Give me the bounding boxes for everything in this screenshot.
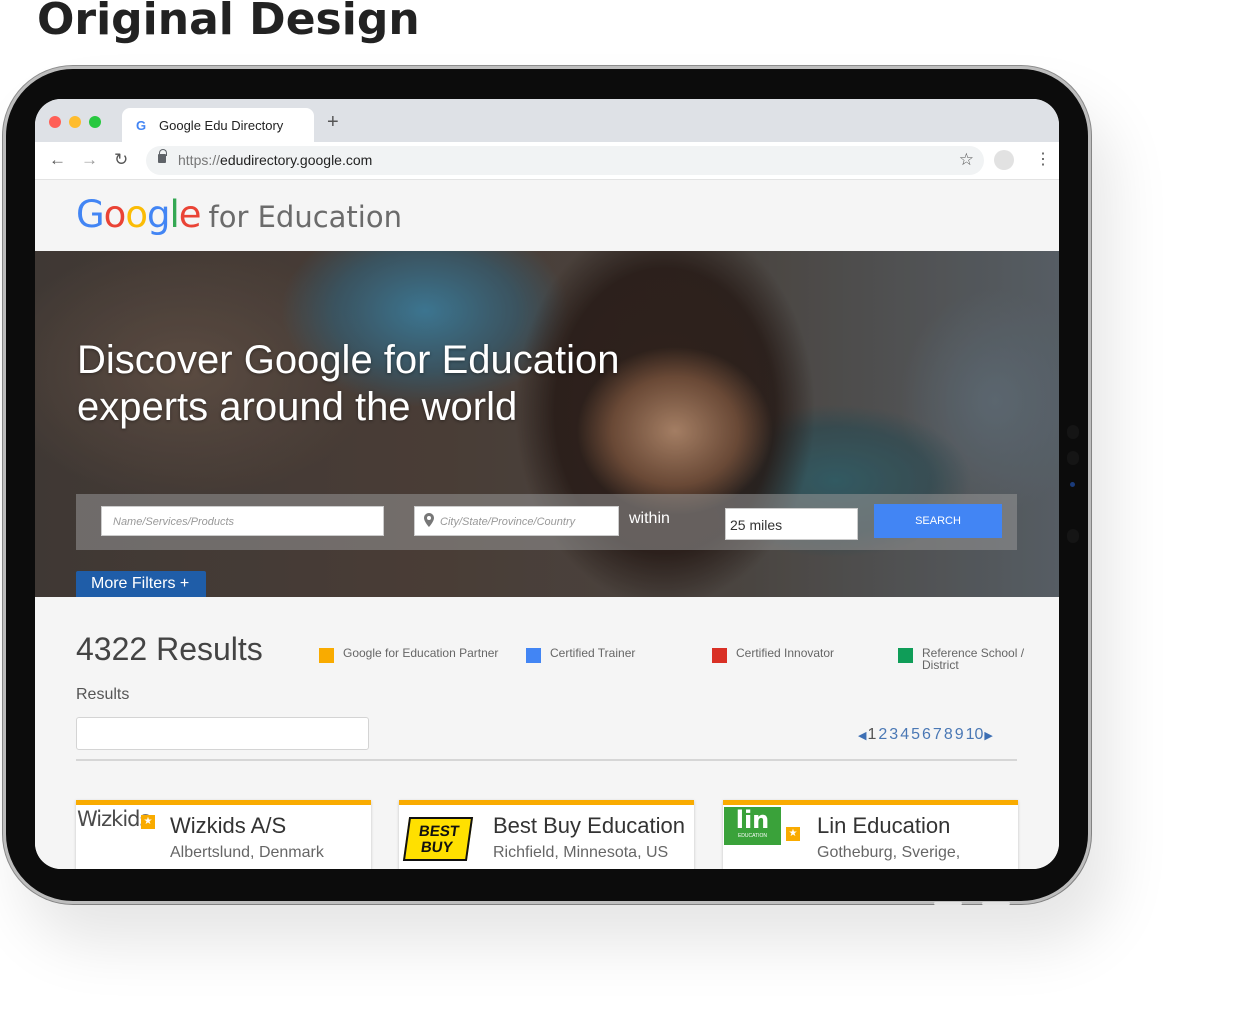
results-label: Results bbox=[76, 686, 130, 703]
lock-icon bbox=[158, 149, 167, 163]
page-link[interactable]: 7 bbox=[933, 726, 942, 743]
page-link[interactable]: 3 bbox=[889, 726, 898, 743]
location-pin-icon bbox=[424, 513, 434, 527]
page-link[interactable]: 9 bbox=[955, 726, 964, 743]
pagination: ◀1 2 3 4 5 6 7 8 9 10▶ bbox=[858, 726, 993, 744]
camera-dot bbox=[1067, 425, 1079, 439]
sensor-dot-2 bbox=[1067, 529, 1079, 543]
page-link[interactable]: 2 bbox=[878, 726, 887, 743]
star-icon[interactable]: ☆ bbox=[959, 150, 974, 170]
page-heading: Original Design bbox=[37, 0, 420, 45]
best-buy-logo: BEST BUY bbox=[400, 807, 480, 867]
tab-title: Google Edu Directory bbox=[159, 118, 284, 133]
name-search-input[interactable]: Name/Services/Products bbox=[101, 506, 384, 536]
indicator-dot bbox=[1070, 482, 1075, 487]
results-section: 4322 Results Google for Education Partne… bbox=[35, 597, 1059, 869]
close-window-button[interactable] bbox=[49, 116, 61, 128]
partner-star-icon: ★ bbox=[141, 815, 155, 829]
page-link[interactable]: 1 bbox=[867, 726, 876, 743]
next-page-icon[interactable]: ▶ bbox=[984, 730, 992, 742]
card-location: Albertslund, Denmark bbox=[170, 844, 324, 861]
prev-page-icon[interactable]: ◀ bbox=[858, 730, 866, 742]
page-link[interactable]: 4 bbox=[900, 726, 909, 743]
reload-icon[interactable]: ↻ bbox=[114, 150, 128, 170]
menu-icon[interactable]: ⋮ bbox=[1035, 150, 1051, 170]
tablet-screen: G Google Edu Directory + ← → ↻ https://e… bbox=[35, 99, 1059, 869]
profile-icon[interactable] bbox=[994, 150, 1014, 170]
search-bar: Name/Services/Products City/State/Provin… bbox=[76, 494, 1017, 550]
page-link[interactable]: 6 bbox=[922, 726, 931, 743]
google-for-education-logo[interactable]: Google for Education bbox=[76, 193, 402, 236]
wizkids-logo: Wizkids ★ bbox=[77, 807, 157, 867]
back-icon[interactable]: ← bbox=[49, 150, 66, 170]
page-link[interactable]: 8 bbox=[944, 726, 953, 743]
legend-swatch bbox=[712, 648, 727, 663]
distance-select[interactable]: 25 miles bbox=[725, 508, 858, 540]
search-button[interactable]: SEARCH bbox=[874, 504, 1002, 538]
site-header: Google for Education bbox=[35, 180, 1059, 251]
address-bar[interactable]: https://edudirectory.google.com ☆ bbox=[146, 146, 984, 175]
minimize-window-button[interactable] bbox=[69, 116, 81, 128]
within-label: within bbox=[629, 510, 670, 527]
hero-title: Discover Google for Education experts ar… bbox=[77, 338, 620, 429]
browser-tab[interactable]: G Google Edu Directory bbox=[122, 108, 314, 142]
card-name: Lin Education bbox=[817, 813, 951, 838]
url-text[interactable]: https://edudirectory.google.com bbox=[178, 152, 372, 168]
maximize-window-button[interactable] bbox=[89, 116, 101, 128]
legend-swatch bbox=[526, 648, 541, 663]
legend-swatch bbox=[319, 648, 334, 663]
results-divider bbox=[76, 759, 1017, 761]
legend-swatch bbox=[898, 648, 913, 663]
google-favicon-icon: G bbox=[136, 118, 147, 133]
result-card[interactable]: Wizkids ★ Wizkids A/S Albertslund, Denma… bbox=[76, 800, 371, 869]
result-card[interactable]: lin EDUCATION ★ Lin Education Gotheburg,… bbox=[723, 800, 1018, 869]
card-location: Richfield, Minnesota, US bbox=[493, 844, 669, 861]
sensor-dot bbox=[1067, 451, 1079, 465]
lin-education-logo: lin EDUCATION ★ bbox=[724, 807, 804, 867]
page-link[interactable]: 10 bbox=[966, 726, 984, 743]
card-name: Best Buy Education bbox=[493, 813, 686, 838]
card-name: Wizkids A/S bbox=[170, 813, 287, 838]
browser-toolbar: ← → ↻ https://edudirectory.google.com ☆ bbox=[35, 142, 1059, 180]
results-count: 4322 Results bbox=[76, 631, 263, 667]
page-link[interactable]: 5 bbox=[911, 726, 920, 743]
forward-icon[interactable]: → bbox=[81, 150, 98, 170]
more-filters-button[interactable]: More Filters + bbox=[76, 571, 206, 597]
new-tab-button[interactable]: + bbox=[327, 112, 339, 132]
hero-banner: Discover Google for Education experts ar… bbox=[35, 251, 1059, 597]
card-location: Gotheburg, Sverige, bbox=[817, 844, 961, 861]
location-search-input[interactable]: City/State/Province/Country bbox=[414, 506, 619, 536]
result-card[interactable]: BEST BUY Best Buy Education Richfield, Mi… bbox=[399, 800, 694, 869]
browser-tabstrip: G Google Edu Directory + bbox=[35, 99, 1059, 142]
results-filter-input[interactable] bbox=[76, 717, 369, 750]
partner-star-icon: ★ bbox=[786, 827, 800, 841]
